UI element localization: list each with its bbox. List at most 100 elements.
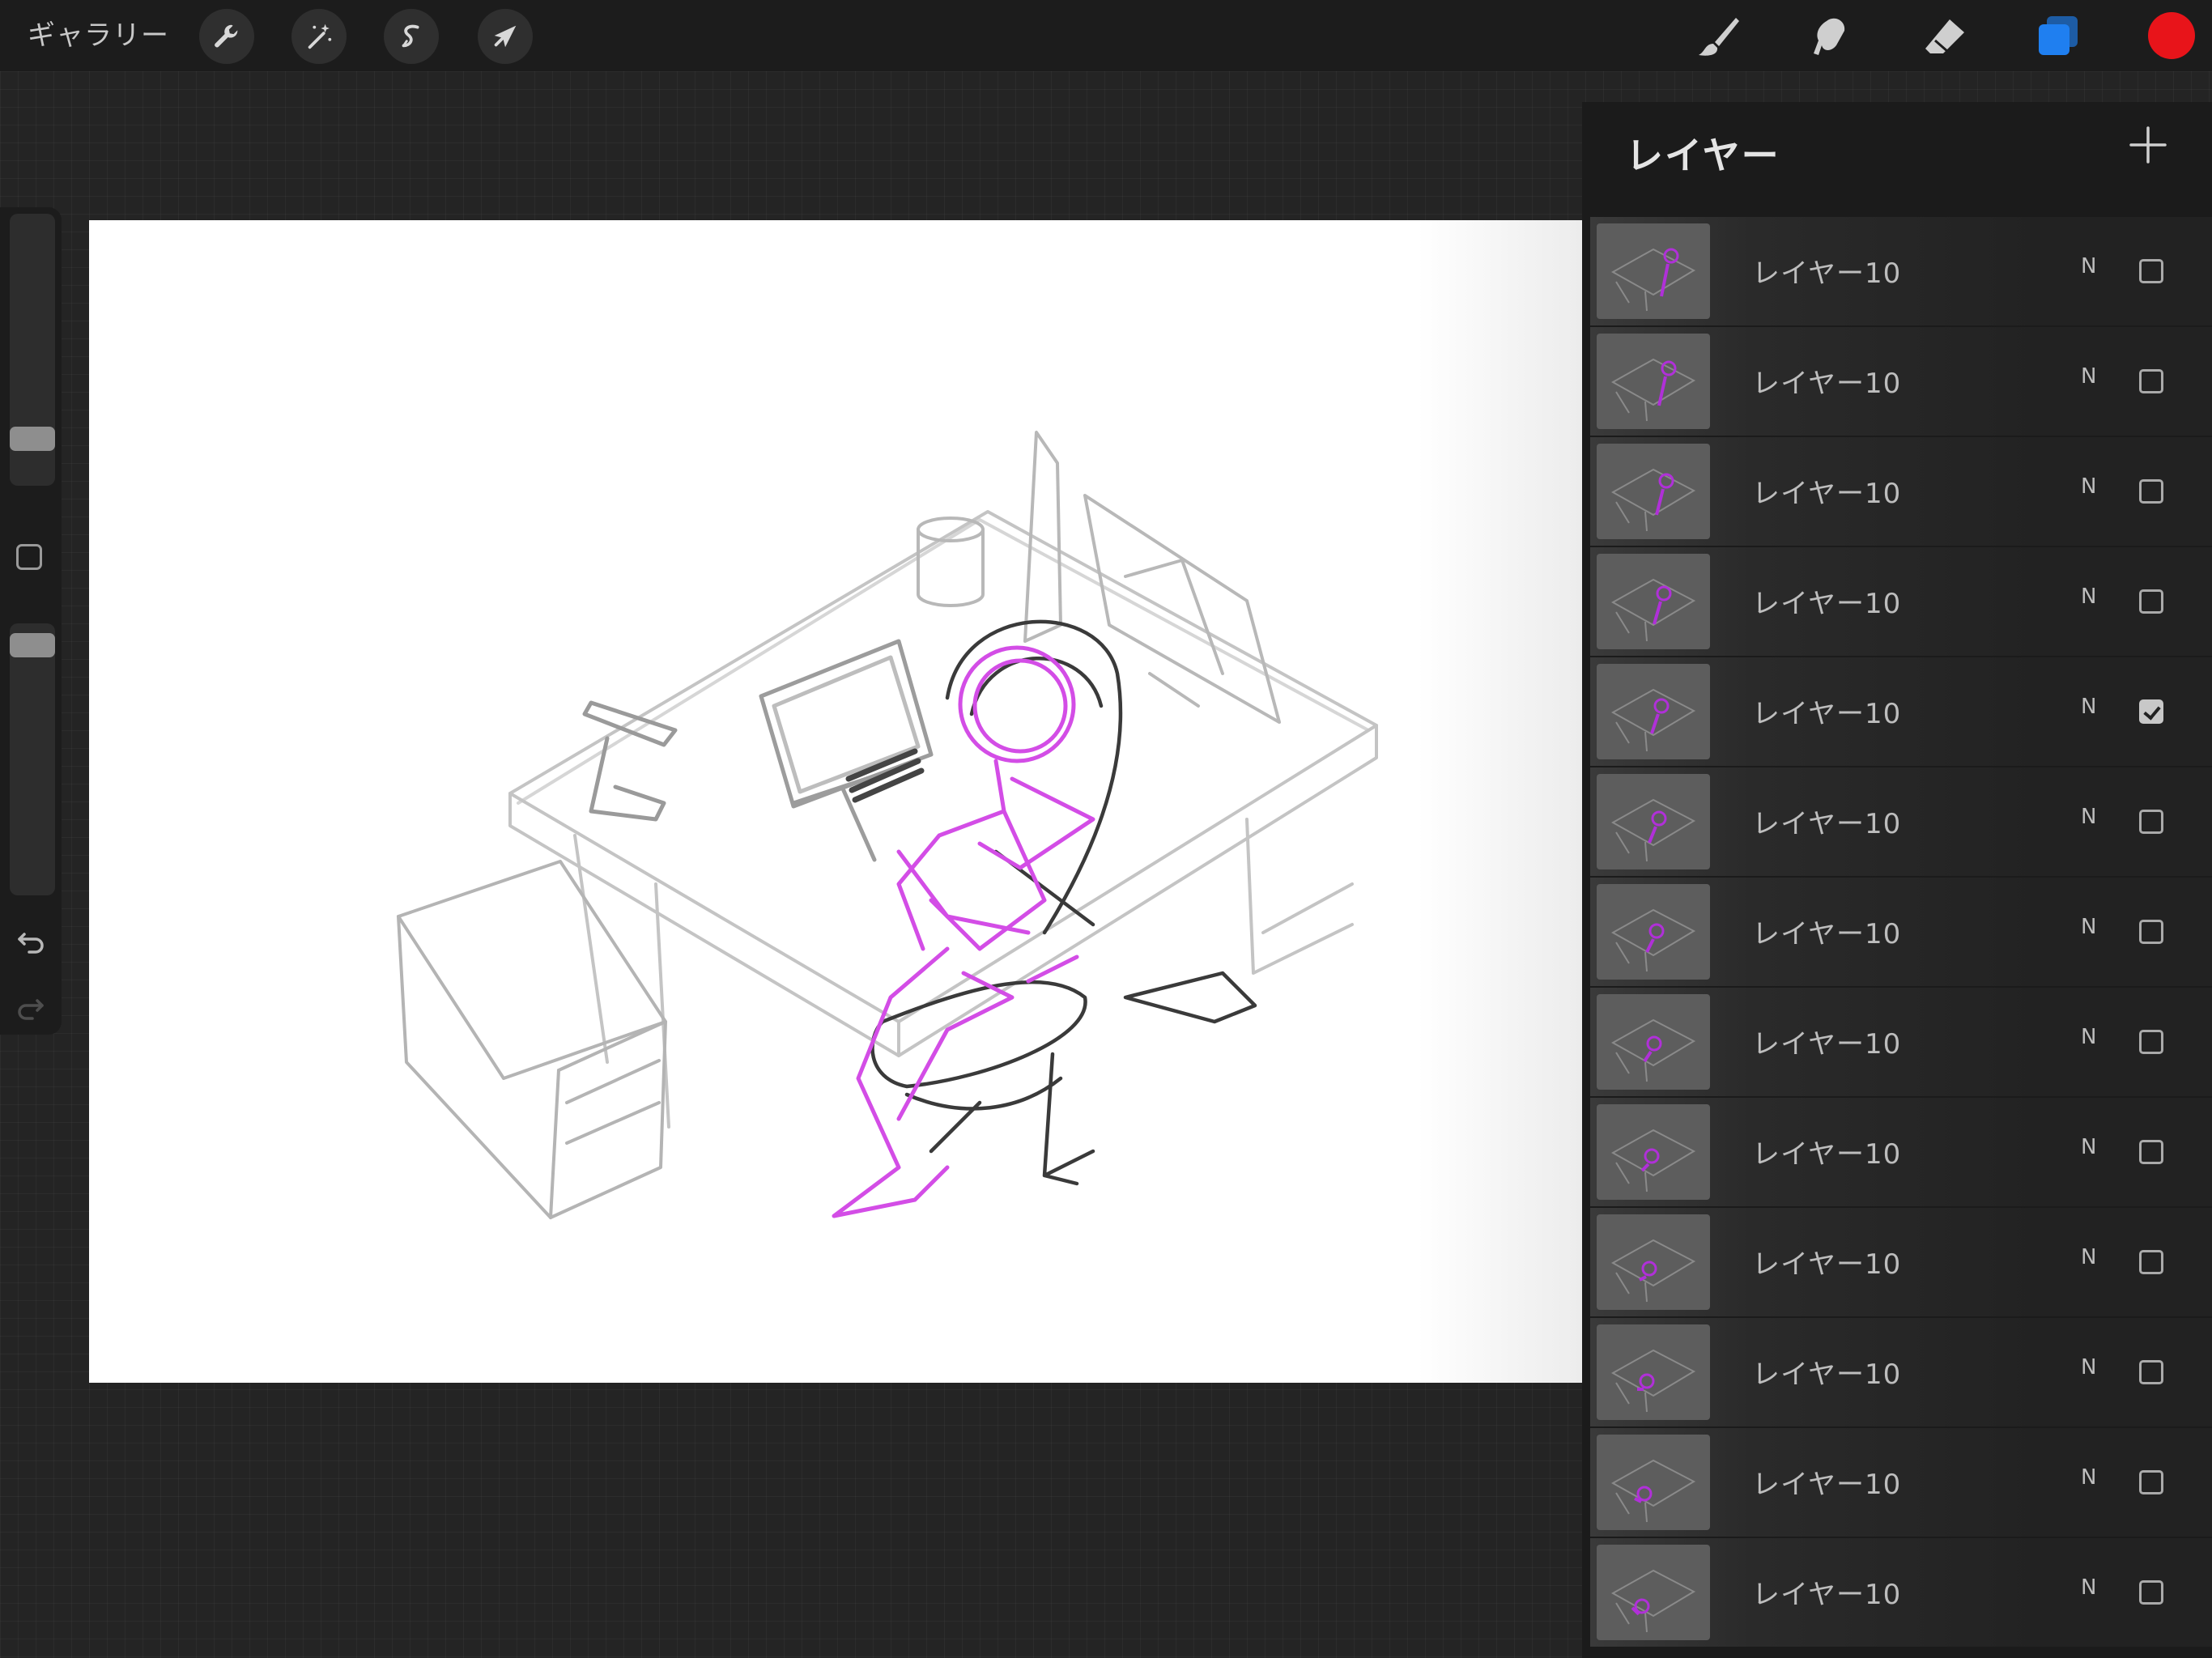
layer-blend-mode[interactable]: N: [2081, 1465, 2096, 1490]
layer-blend-mode[interactable]: N: [2081, 805, 2096, 829]
layer-name[interactable]: レイヤー10: [1752, 1242, 1901, 1282]
arrow-cursor-icon: [494, 25, 517, 48]
layer-row[interactable]: レイヤー10 N: [1590, 878, 2212, 986]
brush-size-slider-thumb[interactable]: [10, 427, 55, 452]
layer-thumbnail: [1597, 444, 1710, 539]
layer-visibility-checkbox[interactable]: [2139, 1470, 2163, 1494]
layer-thumbnail: [1597, 223, 1710, 319]
layer-thumbnail: [1597, 1104, 1710, 1200]
layer-name[interactable]: レイヤー10: [1752, 1132, 1901, 1171]
layer-blend-mode[interactable]: N: [2081, 1135, 2096, 1159]
selection-button[interactable]: [384, 9, 439, 64]
layer-name[interactable]: レイヤー10: [1752, 471, 1901, 511]
layer-thumbnail: [1597, 1545, 1710, 1640]
drawing-canvas[interactable]: [89, 220, 1582, 1383]
layer-visibility-checkbox[interactable]: [2139, 1140, 2163, 1164]
layer-blend-mode[interactable]: N: [2081, 915, 2096, 939]
undo-button[interactable]: [13, 923, 49, 959]
brush-button[interactable]: [1692, 11, 1744, 63]
adjustments-button[interactable]: [291, 9, 347, 64]
layer-thumbnail-image: [1610, 468, 1696, 532]
smudge-icon: [1814, 18, 1845, 55]
redo-icon: [18, 999, 44, 1020]
layer-name[interactable]: レイヤー10: [1752, 1022, 1901, 1061]
eraser-button[interactable]: [1919, 11, 1971, 63]
layer-blend-mode[interactable]: N: [2081, 254, 2096, 278]
layer-name[interactable]: レイヤー10: [1752, 251, 1901, 291]
add-layer-button[interactable]: [2126, 123, 2170, 167]
layer-thumbnail-image: [1610, 578, 1696, 642]
layer-blend-mode[interactable]: N: [2081, 1245, 2096, 1269]
layer-name[interactable]: レイヤー10: [1752, 581, 1901, 621]
layer-thumbnail: [1597, 884, 1710, 980]
layer-thumbnail: [1597, 994, 1710, 1090]
layer-row[interactable]: レイヤー10 N: [1590, 1428, 2212, 1537]
layer-name[interactable]: レイヤー10: [1752, 1352, 1901, 1392]
layer-blend-mode[interactable]: N: [2081, 585, 2096, 609]
layer-thumbnail-image: [1610, 1018, 1696, 1082]
layer-row[interactable]: レイヤー10 N: [1590, 437, 2212, 546]
layer-visibility-checkbox[interactable]: [2139, 1250, 2163, 1274]
layers-button[interactable]: [2032, 11, 2084, 63]
layer-row[interactable]: レイヤー10 N: [1590, 988, 2212, 1096]
layer-row[interactable]: レイヤー10 N: [1590, 327, 2212, 436]
opacity-slider-thumb[interactable]: [10, 633, 55, 658]
layer-visibility-checkbox[interactable]: [2139, 589, 2163, 614]
layer-visibility-checkbox[interactable]: [2139, 1360, 2163, 1384]
brush-icon: [1699, 18, 1739, 56]
brush-size-slider[interactable]: [10, 214, 55, 486]
layer-row[interactable]: レイヤー10 N: [1590, 1208, 2212, 1316]
left-sidebar: [0, 207, 62, 1035]
layer-thumbnail-image: [1610, 1569, 1696, 1633]
layer-thumbnail: [1597, 334, 1710, 429]
layer-visibility-checkbox[interactable]: [2139, 810, 2163, 834]
layer-blend-mode[interactable]: N: [2081, 1575, 2096, 1600]
layer-blend-mode[interactable]: N: [2081, 695, 2096, 719]
layer-thumbnail-image: [1610, 358, 1696, 422]
layer-name[interactable]: レイヤー10: [1752, 1572, 1901, 1612]
top-toolbar: ギャラリー: [0, 0, 2212, 71]
layer-blend-mode[interactable]: N: [2081, 474, 2096, 499]
layer-name[interactable]: レイヤー10: [1752, 801, 1901, 841]
layer-blend-mode[interactable]: N: [2081, 1025, 2096, 1049]
sketch-artwork: [397, 431, 1378, 1219]
smudge-button[interactable]: [1806, 11, 1857, 63]
layer-row[interactable]: レイヤー10 N: [1590, 767, 2212, 876]
layer-name[interactable]: レイヤー10: [1752, 691, 1901, 731]
layer-name[interactable]: レイヤー10: [1752, 361, 1901, 401]
layer-visibility-checkbox[interactable]: [2139, 1030, 2163, 1054]
layer-name[interactable]: レイヤー10: [1752, 912, 1901, 951]
actions-button[interactable]: [199, 9, 254, 64]
layer-visibility-checkbox[interactable]: [2139, 259, 2163, 283]
layers-panel: レイヤー レイヤー10 N レイヤー10 N レイヤー10 N レイヤー10 N レイヤー10 N…: [1582, 102, 2212, 1658]
transform-button[interactable]: [478, 9, 533, 64]
layer-visibility-checkbox[interactable]: [2139, 479, 2163, 504]
modify-button[interactable]: [16, 544, 42, 570]
layer-thumbnail-image: [1610, 1349, 1696, 1413]
layer-thumbnail: [1597, 1214, 1710, 1310]
layer-blend-mode[interactable]: N: [2081, 1355, 2096, 1380]
layer-thumbnail: [1597, 554, 1710, 649]
layer-row[interactable]: レイヤー10 N: [1590, 657, 2212, 766]
layer-row[interactable]: レイヤー10 N: [1590, 1098, 2212, 1206]
layer-thumbnail-image: [1610, 1239, 1696, 1303]
gallery-button[interactable]: ギャラリー: [28, 15, 169, 57]
eraser-icon: [1925, 19, 1964, 53]
color-swatch[interactable]: [2148, 12, 2195, 59]
layer-name[interactable]: レイヤー10: [1752, 1462, 1901, 1502]
layers-icon: [2039, 16, 2078, 55]
redo-button[interactable]: [13, 989, 49, 1025]
layer-visibility-checkbox[interactable]: [2139, 699, 2163, 724]
opacity-slider[interactable]: [10, 623, 55, 895]
layer-row[interactable]: レイヤー10 N: [1590, 217, 2212, 325]
layer-visibility-checkbox[interactable]: [2139, 920, 2163, 944]
selection-icon: [402, 24, 419, 48]
layer-row[interactable]: レイヤー10 N: [1590, 1318, 2212, 1426]
plus-icon: [2129, 126, 2167, 164]
layer-row[interactable]: レイヤー10 N: [1590, 1538, 2212, 1647]
layers-panel-title: レイヤー: [1626, 134, 1780, 177]
layer-row[interactable]: レイヤー10 N: [1590, 547, 2212, 656]
layer-visibility-checkbox[interactable]: [2139, 1580, 2163, 1605]
layer-blend-mode[interactable]: N: [2081, 364, 2096, 389]
layer-visibility-checkbox[interactable]: [2139, 369, 2163, 393]
